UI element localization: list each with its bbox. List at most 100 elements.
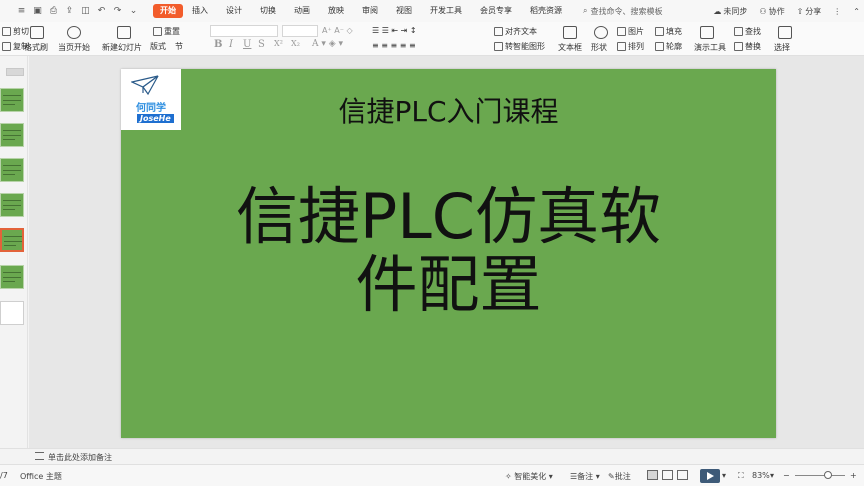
grow-font-icon[interactable]: A⁺ A⁻ ◇ xyxy=(322,26,353,35)
cut-label: 剪切 xyxy=(13,27,29,36)
redo-icon[interactable]: ↷ xyxy=(112,6,123,17)
format-painter-button[interactable]: 格式刷 xyxy=(24,42,48,53)
format-painter-icon xyxy=(30,26,44,39)
slideshow-dropdown-icon[interactable]: ▾ xyxy=(722,471,726,480)
zoom-dropdown-icon[interactable]: ▾ xyxy=(770,471,774,480)
share-button[interactable]: ⇧ 分享 xyxy=(797,6,822,17)
text-direction-button[interactable]: 转智能图形 xyxy=(494,41,545,52)
menu-icon[interactable]: ≡ xyxy=(16,6,27,17)
collab-button[interactable]: ⚇ 协作 xyxy=(759,6,784,17)
list-icons[interactable]: ☰ ☰ ⇤ ⇥ ↕ xyxy=(372,26,417,35)
tab-insert[interactable]: 插入 xyxy=(183,4,217,18)
shape-button[interactable]: 形状 xyxy=(591,42,607,53)
font-color-icon[interactable]: A ▾ ◈ ▾ xyxy=(312,39,343,49)
slideshow-play-icon[interactable] xyxy=(700,469,720,483)
preview-icon[interactable]: ◫ xyxy=(80,6,91,17)
notes-toggle-button[interactable]: ☰备注 ▾ xyxy=(570,471,600,482)
search-text: 查找命令、搜索模板 xyxy=(590,6,663,16)
zoom-in-icon[interactable]: + xyxy=(850,471,857,480)
outline-button[interactable]: 轮廓 xyxy=(655,41,682,52)
section-button[interactable]: 节 xyxy=(175,41,183,52)
tab-view[interactable]: 视图 xyxy=(387,4,421,18)
tab-animation[interactable]: 动画 xyxy=(285,4,319,18)
presentation-tools-button[interactable]: 演示工具 xyxy=(694,42,726,53)
align-icons[interactable]: ≡ ≡ ≡ ≡ ≡ xyxy=(372,41,416,50)
zoom-level[interactable]: 83% xyxy=(752,471,770,480)
superscript-button[interactable]: X² xyxy=(274,39,283,48)
undo-icon[interactable]: ↶ xyxy=(96,6,107,17)
underline-button[interactable]: U xyxy=(243,39,251,50)
text-direction-label: 转智能图形 xyxy=(505,42,545,51)
arrange-button[interactable]: 排列 xyxy=(617,41,644,52)
outline-icon xyxy=(655,42,664,51)
new-slide-button[interactable]: 新建幻灯片 xyxy=(102,42,142,53)
find-label: 查找 xyxy=(745,27,761,36)
tab-review[interactable]: 审阅 xyxy=(353,4,387,18)
select-button[interactable]: 选择 xyxy=(774,42,790,53)
tab-transition[interactable]: 切换 xyxy=(251,4,285,18)
slide-thumbnail-3[interactable] xyxy=(0,158,24,182)
slide-subtitle[interactable]: 信捷PLC入门课程 xyxy=(121,90,776,130)
fit-window-icon[interactable]: ⛶ xyxy=(738,471,744,481)
command-search[interactable]: ⌕ 查找命令、搜索模板 xyxy=(583,6,662,17)
tab-home[interactable]: 开始 xyxy=(153,4,183,18)
collab-label: 协作 xyxy=(768,6,785,16)
theme-name[interactable]: Office 主题 xyxy=(20,471,62,482)
font-size-select[interactable] xyxy=(282,25,318,37)
reset-button[interactable]: 重置 xyxy=(153,26,180,37)
tab-member[interactable]: 会员专享 xyxy=(471,4,521,18)
overflow-icon[interactable]: ⋮ xyxy=(833,7,841,16)
slide-sorter-icon[interactable] xyxy=(662,470,673,480)
zoom-out-icon[interactable]: − xyxy=(783,471,790,480)
slide-thumbnail-6[interactable] xyxy=(0,265,24,289)
slide-thumbnail-5[interactable] xyxy=(0,228,24,252)
slide-thumbnail-7[interactable] xyxy=(0,301,24,325)
zoom-slider-handle[interactable] xyxy=(824,471,832,479)
fill-button[interactable]: 填充 xyxy=(655,26,682,37)
smart-beautify-button[interactable]: ✧ 智能美化 ▾ xyxy=(505,471,553,482)
layout-button[interactable]: 版式 xyxy=(150,41,166,52)
play-from-current-button[interactable]: 当页开始 xyxy=(58,42,90,53)
italic-button[interactable]: I xyxy=(229,39,233,50)
subscript-button[interactable]: X₂ xyxy=(291,39,300,48)
find-button[interactable]: 查找 xyxy=(734,26,761,37)
more-icon[interactable]: ⌄ xyxy=(128,6,139,17)
textbox-button[interactable]: 文本框 xyxy=(558,42,582,53)
current-slide[interactable]: 何同学 JoseHe 信捷PLC入门课程 信捷PLC仿真软 件配置 xyxy=(121,69,776,438)
save-icon[interactable]: ▣ xyxy=(32,6,43,17)
reading-view-icon[interactable] xyxy=(677,470,688,480)
picture-icon xyxy=(617,27,626,36)
picture-button[interactable]: 图片 xyxy=(617,26,644,37)
print-icon[interactable]: ⎙ xyxy=(48,6,59,17)
slide-counter: /7 xyxy=(0,471,8,480)
strike-button[interactable]: S xyxy=(258,39,265,50)
comment-button[interactable]: ✎批注 xyxy=(608,471,631,482)
zoom-slider-track[interactable] xyxy=(795,475,845,476)
normal-view-icon[interactable] xyxy=(647,470,658,480)
cut-button[interactable]: 剪切 xyxy=(2,26,29,37)
align-text-icon xyxy=(494,27,503,36)
notes-pane[interactable]: 单击此处添加备注 xyxy=(0,448,864,464)
collapse-ribbon-icon[interactable]: ⌃ xyxy=(853,7,860,16)
tab-design[interactable]: 设计 xyxy=(217,4,251,18)
slide-thumbnail-4[interactable] xyxy=(0,193,24,217)
shape-icon xyxy=(594,26,608,39)
export-icon[interactable]: ⇪ xyxy=(64,6,75,17)
sync-button[interactable]: ☁ 未同步 xyxy=(713,6,747,17)
thumbnail-view-toggle[interactable] xyxy=(6,68,24,76)
font-name-select[interactable] xyxy=(210,25,278,37)
comment-label: 批注 xyxy=(614,472,631,481)
slide-thumbnail-1[interactable] xyxy=(0,88,24,112)
slide-thumbnail-2[interactable] xyxy=(0,123,24,147)
slide-thumbnail-pane xyxy=(0,56,28,464)
tab-slideshow[interactable]: 放映 xyxy=(319,4,353,18)
arrange-label: 排列 xyxy=(628,42,644,51)
reset-icon xyxy=(153,27,162,36)
slide-title[interactable]: 信捷PLC仿真软 件配置 xyxy=(181,183,716,319)
tab-docer[interactable]: 稻壳资源 xyxy=(521,4,571,18)
presentation-tools-icon xyxy=(700,26,714,39)
tab-developer[interactable]: 开发工具 xyxy=(421,4,471,18)
replace-button[interactable]: 替换 xyxy=(734,41,761,52)
align-text-button[interactable]: 对齐文本 xyxy=(494,26,537,37)
bold-button[interactable]: B xyxy=(214,39,222,50)
